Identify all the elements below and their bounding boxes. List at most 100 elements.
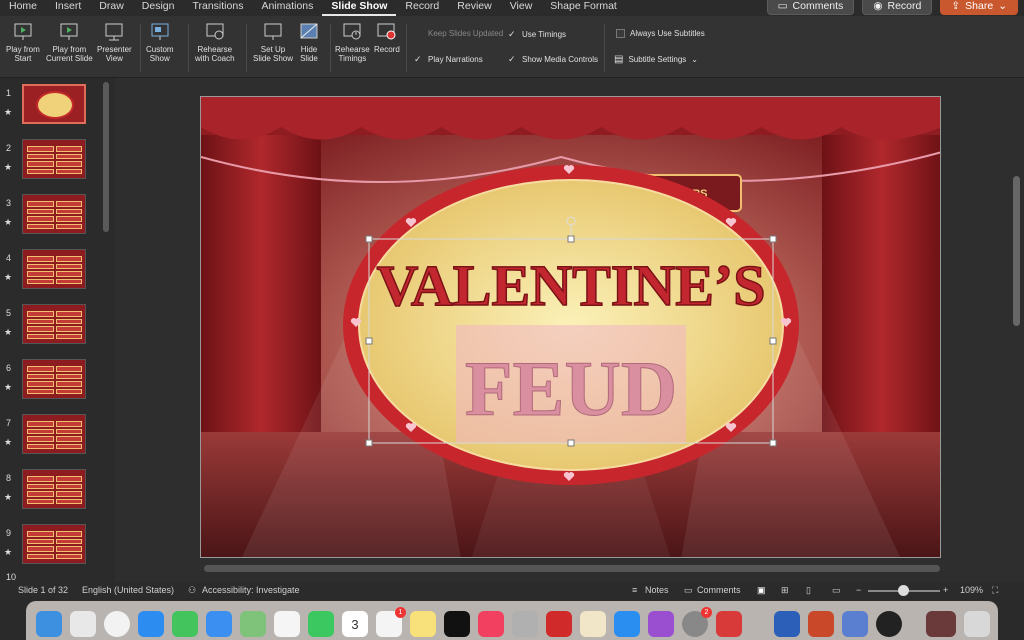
safari-icon[interactable]	[138, 611, 164, 637]
tab-insert[interactable]: Insert	[46, 0, 90, 16]
slide-title-line1[interactable]: VALENTINE’S	[376, 252, 766, 319]
keep-slides-updated-checkbox[interactable]: Keep Slides Updated	[414, 29, 503, 38]
tab-home[interactable]: Home	[0, 0, 46, 16]
slide-title-line2[interactable]: FEUD	[464, 345, 677, 433]
tab-draw[interactable]: Draw	[90, 0, 133, 16]
macos-dock: 3 1 2	[26, 601, 998, 640]
zoom-out-icon[interactable]: −	[856, 585, 861, 595]
notes-app-icon[interactable]	[410, 611, 436, 637]
subtitle-settings-dropdown[interactable]: ▤ Subtitle Settings ⌄	[614, 54, 698, 65]
finder-alt-icon[interactable]	[842, 611, 868, 637]
vertical-scrollbar[interactable]	[1013, 176, 1020, 326]
tab-record[interactable]: Record	[396, 0, 448, 16]
remote-desktop-icon[interactable]	[716, 611, 742, 637]
presenter-view-button[interactable]: Presenter View	[97, 22, 132, 63]
slide-thumbnail[interactable]: 4 ★	[0, 247, 100, 297]
fit-slide-icon[interactable]: ⛶	[992, 585, 998, 596]
record-slide-show-button[interactable]: Record	[374, 22, 400, 54]
system-settings-icon[interactable]: 2	[682, 607, 712, 637]
launchpad-icon[interactable]	[70, 611, 96, 637]
slide-number: 5	[6, 308, 12, 318]
animation-star-icon: ★	[4, 217, 13, 227]
animation-star-icon: ★	[4, 492, 13, 502]
tab-review[interactable]: Review	[448, 0, 500, 16]
slide-show-icon[interactable]: ▭	[832, 585, 841, 596]
show-media-controls-checkbox[interactable]: ✓ Show Media Controls	[508, 54, 598, 65]
slide-thumbnail[interactable]: 10	[0, 572, 100, 582]
word-icon[interactable]	[774, 611, 800, 637]
slide-number: 3	[6, 198, 12, 208]
slide-thumbnail[interactable]: 5 ★	[0, 302, 100, 352]
zoom-in-icon[interactable]: +	[943, 585, 948, 595]
play-from-start-button[interactable]: Play from Start	[6, 22, 40, 63]
app-store-icon[interactable]	[614, 611, 640, 637]
comments-button[interactable]: ▭ Comments	[766, 0, 855, 15]
play-from-current-label: Play from Current Slide	[46, 45, 93, 63]
slide-thumbnail[interactable]: 3 ★	[0, 192, 100, 242]
share-button[interactable]: ⇪ Share ⌄	[940, 0, 1018, 15]
apple-tv-icon[interactable]	[444, 611, 470, 637]
tab-animations[interactable]: Animations	[252, 0, 322, 16]
language-indicator[interactable]: English (United States)	[82, 585, 174, 595]
facetime-icon[interactable]	[308, 611, 334, 637]
music-icon[interactable]	[478, 611, 504, 637]
tab-design[interactable]: Design	[133, 0, 184, 16]
maps-icon[interactable]	[240, 611, 266, 637]
play-narrations-checkbox[interactable]: ✓ Play Narrations	[414, 54, 483, 65]
slide-thumbnail[interactable]: 6 ★	[0, 357, 100, 407]
slide-thumbnail[interactable]: 8 ★	[0, 467, 100, 517]
slide-thumbnail[interactable]: 1 ★	[0, 82, 100, 132]
rehearse-timings-label: Rehearse Timings	[335, 45, 370, 63]
slide-number: 10	[6, 572, 17, 582]
trash-icon[interactable]	[964, 611, 990, 637]
podcasts-icon[interactable]	[648, 611, 674, 637]
pages-icon[interactable]	[580, 611, 606, 637]
slide-sorter-icon[interactable]: ⊞	[781, 585, 789, 596]
zoom-level[interactable]: 109%	[960, 585, 983, 595]
rehearse-coach-label: Rehearse with Coach	[195, 45, 235, 63]
tab-shape-format[interactable]: Shape Format	[541, 0, 626, 16]
record-button[interactable]: ◉ Record	[862, 0, 933, 15]
thumbnail-scrollbar[interactable]	[103, 82, 109, 232]
normal-view-icon[interactable]: ▣	[757, 585, 766, 596]
tab-slide-show[interactable]: Slide Show	[322, 0, 397, 16]
calendar-day: 3	[351, 617, 359, 632]
rehearse-timings-button[interactable]: Rehearse Timings	[335, 22, 370, 63]
slide-thumbnail[interactable]: 7 ★	[0, 412, 100, 462]
ribbon-divider	[140, 24, 141, 72]
photos-icon[interactable]	[274, 611, 300, 637]
set-up-slide-show-button[interactable]: Set Up Slide Show	[253, 22, 293, 63]
tab-view[interactable]: View	[501, 0, 542, 16]
zoom-slider[interactable]	[868, 585, 940, 596]
slide-thumbnail[interactable]: 2 ★	[0, 137, 100, 187]
comments-status-button[interactable]: Comments	[697, 585, 741, 595]
slide-thumbnail[interactable]: 9 ★	[0, 522, 100, 572]
powerpoint-icon[interactable]	[808, 611, 834, 637]
messages-icon[interactable]	[172, 611, 198, 637]
horizontal-scrollbar[interactable]	[204, 565, 940, 572]
custom-show-button[interactable]: Custom Show	[146, 22, 174, 63]
zoom-slider-handle[interactable]	[898, 585, 909, 596]
current-slide[interactable]: WERS VALENTINE’S FEUD	[200, 96, 941, 558]
reading-view-icon[interactable]: ▯	[806, 585, 811, 596]
notes-button[interactable]: Notes	[645, 585, 669, 595]
calendar-icon[interactable]: 3	[342, 611, 368, 637]
tab-transitions[interactable]: Transitions	[183, 0, 252, 16]
always-use-subtitles-checkbox[interactable]: Always Use Subtitles	[616, 29, 705, 38]
window-preview-icon[interactable]	[926, 611, 956, 637]
play-from-current-slide-button[interactable]: Play from Current Slide	[46, 22, 93, 63]
slide-preview	[22, 304, 86, 344]
mail-icon[interactable]	[206, 611, 232, 637]
obs-icon[interactable]	[876, 611, 902, 637]
contacts-icon[interactable]	[512, 611, 538, 637]
use-timings-checkbox[interactable]: ✓ Use Timings	[508, 29, 566, 40]
finder-icon[interactable]	[36, 611, 62, 637]
acrobat-icon[interactable]	[546, 611, 572, 637]
chrome-icon[interactable]	[104, 611, 130, 637]
reminders-icon[interactable]: 1	[376, 607, 406, 637]
ribbon-divider	[406, 24, 407, 72]
hide-slide-label: Hide Slide	[300, 45, 318, 63]
rehearse-with-coach-button[interactable]: Rehearse with Coach	[195, 22, 235, 63]
accessibility-status[interactable]: Accessibility: Investigate	[202, 585, 300, 595]
hide-slide-button[interactable]: Hide Slide	[298, 22, 320, 63]
